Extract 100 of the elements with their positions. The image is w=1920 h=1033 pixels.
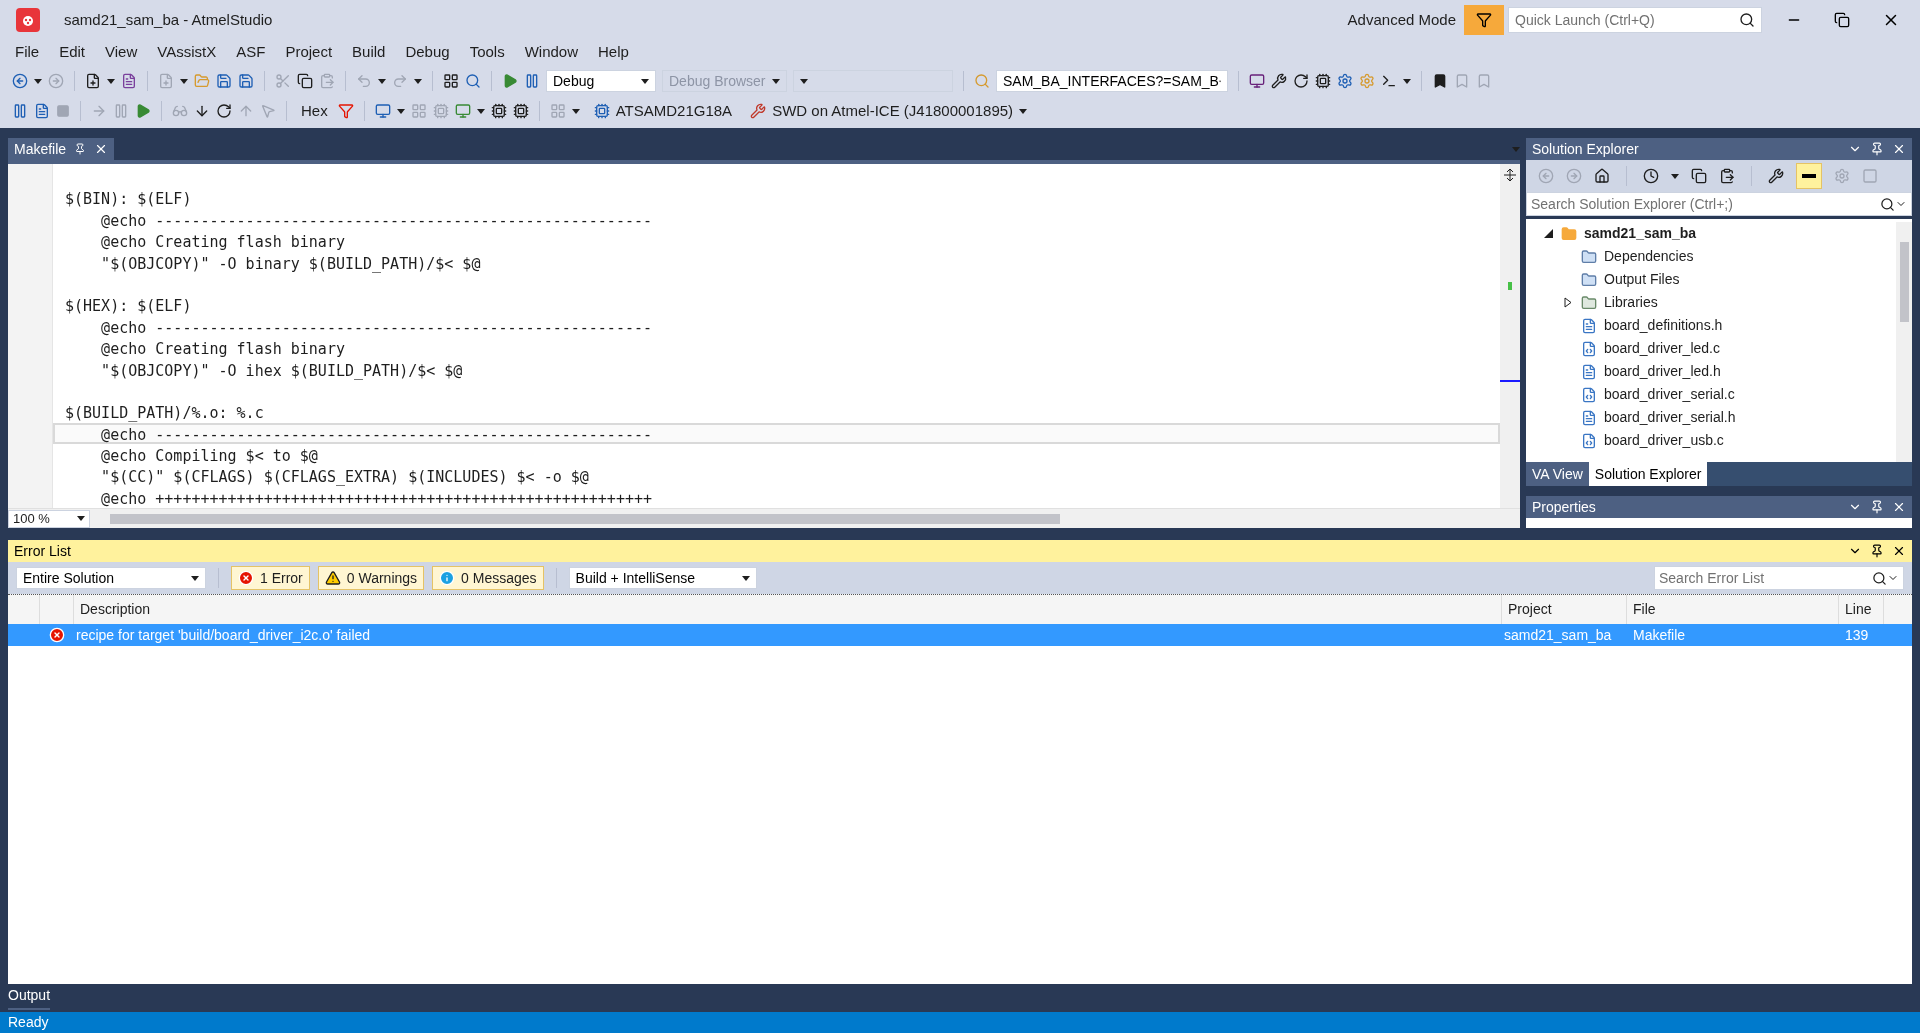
panel-tab[interactable]: Solution Explorer: [1588, 462, 1708, 487]
grid-icon[interactable]: [443, 73, 459, 89]
panel-tab[interactable]: VA View: [1526, 462, 1589, 487]
program-icon[interactable]: [490, 103, 507, 119]
new-file-icon[interactable]: [121, 73, 137, 89]
folder-icon: [1581, 271, 1597, 288]
filter-icon[interactable]: [337, 103, 354, 119]
panel-title: Solution Explorer: [1532, 139, 1640, 159]
start-debugging-icon[interactable]: [524, 73, 540, 89]
solution-search-box[interactable]: Search Solution Explorer (Ctrl+;): [1526, 192, 1912, 216]
output-tab[interactable]: Output: [8, 985, 51, 1011]
solution-search-field[interactable]: Search Solution Explorer (Ctrl+;): [1531, 193, 1880, 215]
back-icon[interactable]: [12, 73, 28, 89]
menu-item[interactable]: Window: [517, 40, 585, 64]
app-logo-icon: [16, 8, 40, 32]
search-icon[interactable]: [1872, 570, 1887, 586]
chip-icon[interactable]: [1315, 73, 1331, 89]
device-programming-icon[interactable]: [1249, 73, 1265, 89]
window-icon[interactable]: [374, 103, 391, 119]
error-search-box[interactable]: Search Error List: [1654, 566, 1904, 591]
step-over-icon[interactable]: [216, 103, 232, 119]
tree-item[interactable]: board_driver_led.c: [1604, 338, 1720, 359]
split-icon[interactable]: [1503, 168, 1517, 182]
search-icon[interactable]: [1880, 196, 1895, 212]
menu-item[interactable]: File: [8, 40, 47, 64]
expanded-arrow-icon[interactable]: [1543, 229, 1553, 238]
pin-icon[interactable]: [74, 143, 87, 155]
filter-toggle[interactable]: 1 Error: [231, 566, 310, 591]
window-title: samd21_sam_ba - AtmelStudio: [64, 9, 274, 30]
menu-item[interactable]: Debug: [398, 40, 457, 64]
erase-icon[interactable]: [512, 103, 529, 119]
search-icon[interactable]: [1739, 12, 1755, 28]
bookmark-icon[interactable]: [1432, 73, 1448, 89]
warning-icon: [324, 570, 341, 587]
collapse-all-icon[interactable]: [1691, 168, 1707, 184]
menu-item[interactable]: Tools: [462, 40, 512, 64]
menu-item[interactable]: Help: [591, 40, 636, 64]
menu-item[interactable]: Edit: [52, 40, 93, 64]
tree-item[interactable]: Output Files: [1604, 269, 1680, 290]
terminal-icon[interactable]: [1381, 73, 1397, 89]
menu-item[interactable]: Build: [345, 40, 393, 64]
zoom-dropdown[interactable]: 100 %: [8, 509, 90, 528]
preview-toggle[interactable]: [1796, 163, 1822, 189]
quick-launch-box[interactable]: Quick Launch (Ctrl+Q): [1508, 7, 1762, 33]
quick-launch-field[interactable]: Quick Launch (Ctrl+Q): [1515, 9, 1739, 31]
code-line: "$(OBJCOPY)" -O ihex $(BUILD_PATH)/$< $@: [100, 361, 463, 380]
filter-toggle[interactable]: 0 Warnings: [317, 566, 425, 591]
source-dropdown[interactable]: Build + IntelliSense: [568, 567, 757, 590]
continue-icon[interactable]: [135, 103, 151, 119]
save-all-icon[interactable]: [238, 73, 254, 89]
debug-tool-button[interactable]: SWD on Atmel-ICE (J41800001895): [750, 99, 1014, 123]
tree-item[interactable]: board_driver_serial.c: [1604, 384, 1735, 405]
find-icon[interactable]: [465, 73, 481, 89]
settings-icon[interactable]: [1337, 73, 1353, 89]
copy-icon[interactable]: [297, 73, 313, 89]
feedback-filter-button[interactable]: [1464, 5, 1504, 35]
header-file-icon: [1581, 409, 1597, 426]
break-all-icon[interactable]: [12, 103, 28, 119]
configuration-dropdown[interactable]: Debug: [546, 70, 656, 92]
show-all-files-icon[interactable]: [1719, 168, 1735, 184]
error-search-field[interactable]: Search Error List: [1659, 567, 1872, 589]
menu-item[interactable]: View: [98, 40, 145, 64]
refresh-icon[interactable]: [1293, 73, 1309, 89]
header-file-icon: [1581, 317, 1597, 334]
hex-button[interactable]: Hex: [297, 99, 332, 123]
tree-item[interactable]: Dependencies: [1604, 246, 1694, 267]
tree-item[interactable]: board_driver_serial.h: [1604, 407, 1736, 428]
code-line: @echo +++++++++++++++++++++++++++++++++++++++++++++++++++++++: [100, 489, 652, 508]
tree-item[interactable]: board_driver_usb.c: [1604, 430, 1724, 451]
pin-icon[interactable]: [1870, 544, 1884, 559]
code-line: $(BUILD_PATH)/%.o: %.c: [65, 404, 264, 423]
menu-item[interactable]: Project: [278, 40, 340, 64]
history-icon[interactable]: [1643, 168, 1659, 184]
wrench-icon[interactable]: [1271, 73, 1287, 89]
editor-tab[interactable]: Makefile: [8, 138, 115, 160]
menu-item[interactable]: VAssistX: [150, 40, 224, 64]
save-icon[interactable]: [216, 73, 232, 89]
tree-item[interactable]: board_definitions.h: [1604, 315, 1723, 336]
image-icon[interactable]: [454, 103, 471, 119]
tree-item[interactable]: Libraries: [1604, 292, 1658, 313]
properties-icon[interactable]: [1768, 168, 1784, 184]
attach-icon[interactable]: [34, 103, 50, 119]
tree-item[interactable]: samd21_sam_ba: [1584, 223, 1697, 244]
tree-item[interactable]: board_driver_led.h: [1604, 361, 1721, 382]
make-variable-dropdown[interactable]: SAM_BA_INTERFACES?=SAM_B: [996, 70, 1228, 92]
menu-item[interactable]: ASF: [229, 40, 273, 64]
scope-dropdown[interactable]: Entire Solution: [16, 567, 206, 590]
restore-icon[interactable]: [1834, 12, 1850, 28]
start-icon[interactable]: [502, 73, 518, 89]
tab-overflow-icon: [1512, 146, 1520, 152]
step-into-icon[interactable]: [194, 103, 210, 119]
home-icon[interactable]: [1594, 168, 1610, 184]
table-cell-text: Makefile: [1632, 625, 1687, 645]
code-line: @echo Compiling $< to $@: [100, 447, 318, 466]
close-icon[interactable]: [1892, 142, 1906, 156]
mode-label: Advanced Mode: [1347, 9, 1456, 30]
filter-toggle[interactable]: 0 Messages: [432, 566, 544, 591]
new-project-icon[interactable]: [85, 73, 101, 89]
device-button[interactable]: ATSAMD21G18A: [593, 99, 733, 123]
collapsed-arrow-icon[interactable]: [1564, 297, 1572, 308]
